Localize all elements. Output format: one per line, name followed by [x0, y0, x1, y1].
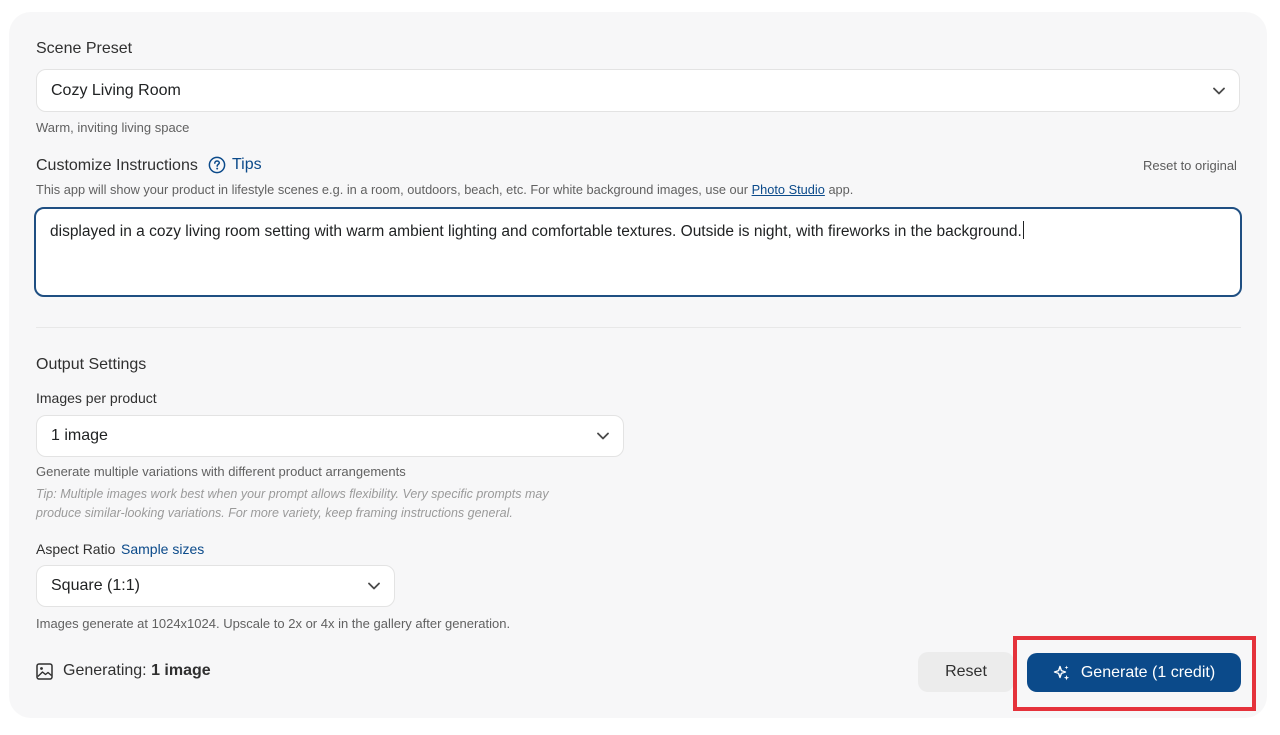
images-per-product-help: Generate multiple variations with differ…	[36, 464, 406, 479]
instructions-text: displayed in a cozy living room setting …	[50, 223, 1022, 240]
instructions-textarea[interactable]: displayed in a cozy living room setting …	[34, 207, 1242, 297]
customize-help-text: This app will show your product in lifes…	[36, 182, 853, 197]
sample-sizes-link[interactable]: Sample sizes	[121, 541, 204, 557]
tip-line-2: produce similar-looking variations. For …	[36, 506, 513, 520]
chevron-down-icon	[597, 432, 609, 440]
image-icon	[36, 662, 53, 680]
section-divider	[36, 327, 1241, 328]
scene-preset-label: Scene Preset	[36, 40, 133, 57]
chevron-down-icon	[1213, 87, 1225, 94]
aspect-ratio-select[interactable]: Square (1:1)	[36, 565, 395, 607]
scene-preset-description: Warm, inviting living space	[36, 120, 190, 135]
generating-summary: Generating: 1 image	[36, 662, 211, 680]
aspect-ratio-help: Images generate at 1024x1024. Upscale to…	[36, 616, 511, 631]
customize-help-prefix: This app will show your product in lifes…	[36, 182, 749, 197]
help-circle-icon	[208, 156, 226, 174]
text-caret	[1022, 221, 1024, 239]
generate-button-label: Generate (1 credit)	[1080, 663, 1216, 681]
scene-preset-select[interactable]: Cozy Living Room	[36, 69, 1240, 112]
tips-link[interactable]: Tips	[208, 156, 262, 174]
output-settings-title: Output Settings	[36, 356, 147, 373]
customize-help-suffix: app.	[828, 182, 854, 197]
scene-preset-value: Cozy Living Room	[51, 81, 181, 99]
chevron-down-icon	[368, 582, 380, 590]
customize-instructions-label: Customize Instructions	[36, 157, 198, 174]
aspect-ratio-label: Aspect Ratio	[36, 541, 116, 557]
images-per-product-label: Images per product	[36, 390, 157, 406]
generating-value: 1 image	[151, 662, 211, 679]
aspect-ratio-value: Square (1:1)	[51, 577, 140, 594]
images-per-product-select[interactable]: 1 image	[36, 415, 624, 457]
photo-studio-link[interactable]: Photo Studio	[752, 182, 825, 197]
tips-label: Tips	[232, 156, 262, 173]
sparkles-icon	[1053, 665, 1070, 680]
reset-button[interactable]: Reset	[918, 652, 1014, 692]
generate-button[interactable]: Generate (1 credit)	[1027, 653, 1241, 692]
settings-panel	[9, 12, 1267, 718]
tip-line-1: Tip: Multiple images work best when your…	[36, 487, 549, 501]
images-per-product-value: 1 image	[51, 427, 108, 444]
reset-button-label: Reset	[945, 663, 987, 680]
generating-label: Generating:	[63, 662, 147, 679]
reset-to-original-link[interactable]: Reset to original	[1143, 158, 1237, 173]
